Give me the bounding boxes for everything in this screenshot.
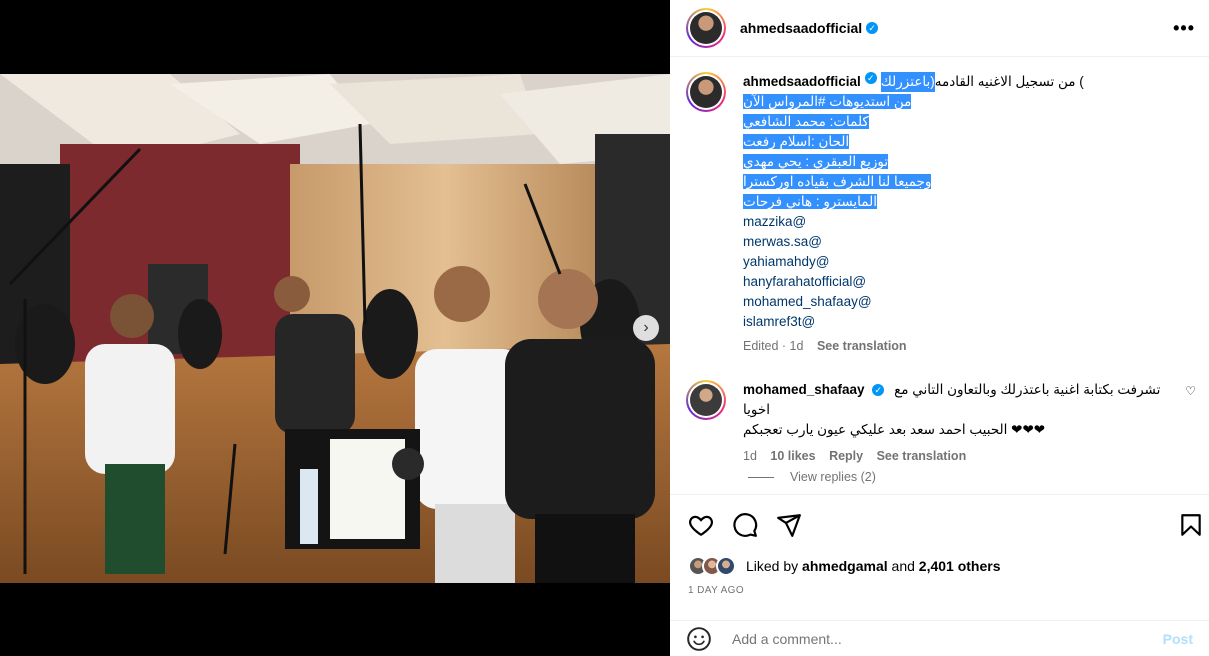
caption-line: من استديوهات #المرواس الآن xyxy=(743,94,912,109)
action-bar xyxy=(670,494,1209,554)
media-viewer: › xyxy=(0,0,670,656)
add-comment-bar: Post xyxy=(670,620,1209,656)
liker-avatar[interactable] xyxy=(716,556,736,576)
more-options-icon[interactable]: ••• xyxy=(1173,18,1195,39)
reply-button[interactable]: Reply xyxy=(829,449,863,463)
verified-badge-icon: ✓ xyxy=(872,384,885,397)
caption: ahmedsaadofficial ✓ باعتزرلك) من تسجيل ا… xyxy=(686,72,1193,356)
save-bookmark-icon[interactable] xyxy=(1178,512,1204,538)
liked-by-prefix: Liked by xyxy=(746,558,799,574)
caption-line: كلمات: محمد الشافعي xyxy=(743,114,869,129)
caption-line: وجميعا لنا الشرف بقياده اوركسترا xyxy=(743,174,932,189)
carousel-next-button[interactable]: › xyxy=(633,315,659,341)
caption-highlighted-text: باعتزرلك) xyxy=(880,72,935,92)
comment-text-line2: الحبيب احمد سعد بعد عليكي عيون يارب تعجب… xyxy=(743,422,1046,437)
mention-link[interactable]: islamref3t@ xyxy=(743,312,1193,332)
like-heart-icon[interactable] xyxy=(688,512,714,538)
view-replies-label: View replies (2) xyxy=(790,470,876,484)
caption-line: الحان :اسلام رفعت xyxy=(743,134,850,149)
caption-lines: من استديوهات #المرواس الآن كلمات: محمد ا… xyxy=(743,92,1193,212)
post-time-ago[interactable]: 1 DAY AGO xyxy=(688,585,744,596)
post-header: ahmedsaadofficial ✓ ••• xyxy=(670,0,1209,57)
see-translation-link[interactable]: See translation xyxy=(877,449,967,463)
comment-username[interactable]: mohamed_shafaay xyxy=(743,382,865,397)
comments-scroll-area[interactable]: ahmedsaadofficial ✓ باعتزرلك) من تسجيل ا… xyxy=(670,57,1209,494)
caption-line: توزيع العبقري : يحي مهدي xyxy=(743,154,889,169)
caption-line: المايسترو : هاني فرحات xyxy=(743,194,877,209)
mention-link[interactable]: mazzika@ xyxy=(743,212,1193,232)
comment-meta: 1d 10 likes Reply See translation xyxy=(743,446,1185,466)
edited-timestamp: Edited · 1d xyxy=(743,339,804,353)
post-comment-button[interactable]: Post xyxy=(1163,631,1193,647)
avatar[interactable] xyxy=(686,380,726,420)
share-paper-plane-icon[interactable] xyxy=(776,512,802,538)
liked-by-summary: Liked by ahmedgamal and 2,401 others xyxy=(688,556,1001,576)
mention-link[interactable]: merwas.sa@ xyxy=(743,232,1193,252)
comment-bubble-icon[interactable] xyxy=(732,512,758,538)
avatar[interactable] xyxy=(686,8,726,48)
caption-username[interactable]: ahmedsaadofficial xyxy=(743,72,861,92)
mention-link[interactable]: mohamed_shafaay@ xyxy=(743,292,1193,312)
see-translation-link[interactable]: See translation xyxy=(817,339,907,353)
caption-text: من تسجيل الاغنيه القادمه ( xyxy=(934,74,1084,89)
verified-badge-icon: ✓ xyxy=(864,72,877,84)
add-comment-input[interactable] xyxy=(732,630,1163,647)
author-username[interactable]: ahmedsaadofficial xyxy=(740,20,862,36)
liked-by-others[interactable]: 2,401 others xyxy=(919,558,1001,574)
emoji-icon[interactable] xyxy=(686,626,712,652)
comment-item: mohamed_shafaay ✓ تشرفت بكتابة اغنية باع… xyxy=(686,380,1196,466)
mention-link[interactable]: yahiamahdy@ xyxy=(743,252,1193,272)
post-photo[interactable] xyxy=(0,74,670,583)
mention-link[interactable]: hanyfarahatofficial@ xyxy=(743,272,1193,292)
comment-likes-count[interactable]: 10 likes xyxy=(770,449,815,463)
avatar[interactable] xyxy=(686,72,726,112)
studio-photo-illustration xyxy=(0,74,670,583)
caption-meta: Edited · 1d See translation xyxy=(743,336,1193,356)
verified-badge-icon: ✓ xyxy=(866,22,879,34)
comment-time: 1d xyxy=(743,449,757,463)
post-details-panel: ahmedsaadofficial ✓ ••• ahmedsaadofficia… xyxy=(670,0,1209,656)
liked-by-user[interactable]: ahmedgamal xyxy=(802,558,888,574)
chevron-right-icon: › xyxy=(643,319,649,336)
view-replies-button[interactable]: View replies (2) xyxy=(748,470,876,484)
liked-by-and: and xyxy=(891,558,915,574)
comment-like-heart-icon[interactable]: ♡ xyxy=(1185,384,1196,466)
